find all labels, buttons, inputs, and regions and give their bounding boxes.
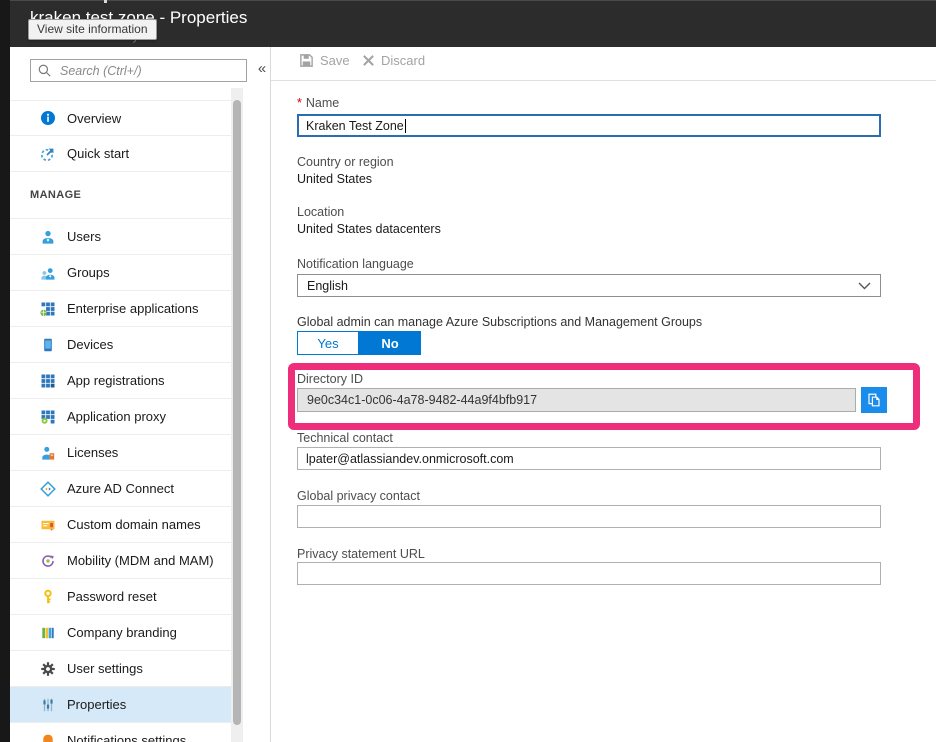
licenses-icon <box>40 445 56 461</box>
custom-domain-names-icon <box>40 517 56 533</box>
notification-language-label: Notification language <box>297 257 414 271</box>
azure-ad-connect-icon <box>40 481 56 497</box>
sidebar-item-custom-domain-names[interactable]: Custom domain names <box>10 507 231 543</box>
collapse-sidebar-button[interactable]: « <box>253 57 271 79</box>
properties-pane: Save Discard *Name Kraken Test Zone Coun… <box>271 47 936 742</box>
discard-icon <box>362 54 375 67</box>
sidebar-item-licenses[interactable]: Licenses <box>10 435 231 471</box>
sidebar-item-groups[interactable]: Groups <box>10 255 231 291</box>
tooltip-anchor-tick <box>104 0 107 3</box>
copy-icon <box>866 392 882 408</box>
country-label: Country or region <box>297 155 394 169</box>
sidebar-item-enterprise-applications[interactable]: Enterprise applications <box>10 291 231 327</box>
search-icon <box>37 63 52 78</box>
mobility-icon <box>40 553 56 569</box>
global-admin-label: Global admin can manage Azure Subscripti… <box>297 315 702 329</box>
sidebar-item-application-proxy[interactable]: Application proxy <box>10 399 231 435</box>
quick-start-icon <box>40 146 56 162</box>
save-icon <box>299 53 314 68</box>
sidebar-item-label: Overview <box>67 111 121 126</box>
location-label: Location <box>297 205 344 219</box>
view-site-information-tooltip: View site information <box>28 19 157 40</box>
save-button[interactable]: Save <box>299 53 350 68</box>
info-icon <box>40 110 56 126</box>
company-branding-icon <box>40 625 56 641</box>
name-label: *Name <box>297 96 339 110</box>
privacy-statement-url-input[interactable] <box>297 562 881 585</box>
app-registrations-icon <box>40 373 56 389</box>
sidebar-item-quick-start[interactable]: Quick start <box>10 136 231 172</box>
chevron-down-icon <box>858 282 871 290</box>
sidebar-nav: Overview Quick start MANAGE Users Groups… <box>10 100 231 742</box>
required-marker: * <box>297 96 302 110</box>
sidebar-item-overview[interactable]: Overview <box>10 100 231 136</box>
toggle-yes-button[interactable]: Yes <box>297 331 359 355</box>
sidebar-item-app-registrations[interactable]: App registrations <box>10 363 231 399</box>
sidebar-search-box[interactable] <box>30 59 247 82</box>
sidebar-item-user-settings[interactable]: User settings <box>10 651 231 687</box>
sidebar-item-password-reset[interactable]: Password reset <box>10 579 231 615</box>
directory-id-input: 9e0c34c1-0c06-4a78-9482-44a9f4bfb917 <box>297 388 856 412</box>
sidebar-item-company-branding[interactable]: Company branding <box>10 615 231 651</box>
sidebar-item-azure-ad-connect[interactable]: Azure AD Connect <box>10 471 231 507</box>
notifications-icon <box>40 733 56 742</box>
sidebar-section-manage: MANAGE <box>10 172 231 219</box>
global-privacy-contact-input[interactable] <box>297 505 881 528</box>
privacy-statement-url-label: Privacy statement URL <box>297 547 425 561</box>
notification-language-select[interactable]: English <box>297 274 881 297</box>
sidebar-item-mobility[interactable]: Mobility (MDM and MAM) <box>10 543 231 579</box>
portal-left-edge-strip <box>0 0 10 742</box>
name-input[interactable]: Kraken Test Zone <box>297 114 881 137</box>
users-icon <box>40 229 56 245</box>
global-privacy-contact-label: Global privacy contact <box>297 489 420 503</box>
copy-directory-id-button[interactable] <box>861 387 887 413</box>
discard-button[interactable]: Discard <box>362 53 425 68</box>
devices-icon <box>40 337 56 353</box>
sidebar-scrollbar-thumb[interactable] <box>233 100 241 725</box>
sidebar-item-properties[interactable]: Properties <box>10 687 231 723</box>
toggle-no-button[interactable]: No <box>359 331 421 355</box>
groups-icon <box>40 265 56 281</box>
sidebar: « Overview Quick start MANAGE Users Gro <box>10 47 270 742</box>
azure-portal-properties-page: kraken test zone - Properties Azure Acti… <box>0 0 936 742</box>
password-reset-icon <box>40 589 56 605</box>
sidebar-scrollbar[interactable] <box>231 88 243 742</box>
user-settings-icon <box>40 661 56 677</box>
text-caret <box>405 119 406 133</box>
global-admin-toggle: Yes No <box>297 331 421 355</box>
country-value: United States <box>297 172 372 186</box>
sidebar-item-notifications-settings[interactable]: Notifications settings <box>10 723 231 742</box>
sidebar-item-devices[interactable]: Devices <box>10 327 231 363</box>
command-toolbar: Save Discard <box>271 47 936 81</box>
application-proxy-icon <box>40 409 56 425</box>
directory-id-label: Directory ID <box>297 372 363 386</box>
enterprise-applications-icon <box>40 301 56 317</box>
technical-contact-input[interactable] <box>297 447 881 470</box>
sidebar-item-users[interactable]: Users <box>10 219 231 255</box>
search-input[interactable] <box>60 64 240 78</box>
technical-contact-label: Technical contact <box>297 431 393 445</box>
properties-icon <box>40 697 56 713</box>
sidebar-item-label: Quick start <box>67 146 129 161</box>
location-value: United States datacenters <box>297 222 441 236</box>
